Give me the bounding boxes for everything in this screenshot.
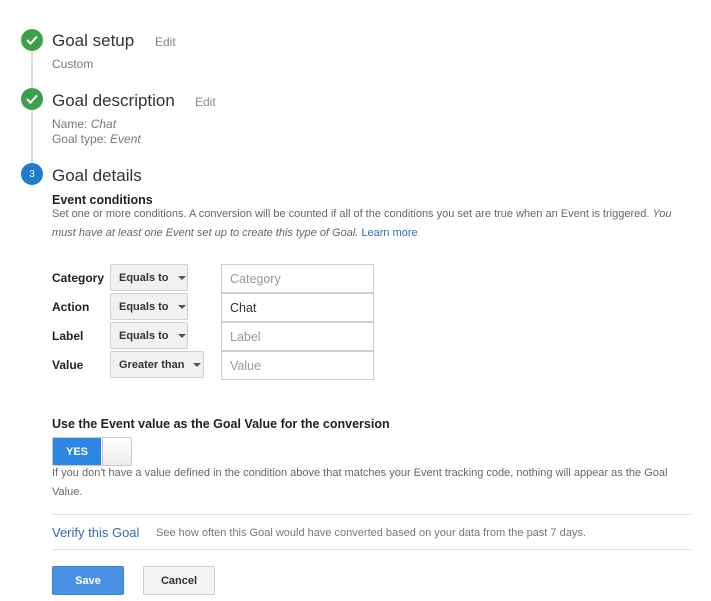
step-3-number-badge: 3 [21, 163, 43, 185]
name-value: Chat [90, 117, 117, 131]
action-value-input[interactable] [221, 293, 374, 322]
verify-goal-description: See how often this Goal would have conve… [156, 527, 586, 539]
step-2-title: Goal description [52, 91, 175, 110]
stepper-connector-2 [31, 110, 33, 163]
step-1-edit-link[interactable]: Edit [155, 35, 176, 49]
divider-top [52, 514, 691, 515]
step-1-complete-check-icon [21, 29, 43, 51]
condition-label-label: Label [52, 329, 84, 343]
value-value-input[interactable] [221, 351, 374, 380]
action-operator-value: Equals to [119, 300, 169, 313]
goal-value-note: If you don't have a value defined in the… [52, 467, 668, 498]
condition-label-value: Value [52, 358, 84, 372]
name-label: Name: [52, 117, 88, 131]
save-button[interactable]: Save [52, 566, 124, 595]
learn-more-link[interactable]: Learn more [361, 227, 417, 239]
label-operator-value: Equals to [119, 329, 169, 342]
cancel-button[interactable]: Cancel [143, 566, 215, 595]
divider-bottom [52, 549, 691, 550]
category-value-input[interactable] [221, 264, 374, 293]
category-operator-select[interactable]: Equals to [110, 264, 188, 291]
goal-value-toggle[interactable]: YES [52, 437, 132, 466]
event-conditions-description: Set one or more conditions. A conversion… [52, 205, 697, 243]
step-1-title: Goal setup [52, 31, 135, 50]
toggle-on-label: YES [53, 438, 101, 465]
chevron-down-icon [177, 304, 186, 309]
condition-label-action: Action [52, 300, 90, 314]
goal-value-heading: Use the Event value as the Goal Value fo… [52, 417, 390, 431]
goal-type-value: Event [110, 132, 141, 146]
value-operator-select[interactable]: Greater than [110, 351, 204, 378]
chevron-down-icon [193, 362, 202, 367]
verify-goal-link[interactable]: Verify this Goal [52, 525, 139, 540]
stepper-connector-1 [31, 51, 33, 89]
step-3-title: Goal details [52, 166, 142, 185]
action-operator-select[interactable]: Equals to [110, 293, 188, 320]
category-operator-value: Equals to [119, 271, 169, 284]
goal-type-label: Goal type: [52, 132, 107, 146]
value-operator-value: Greater than [119, 358, 185, 371]
label-value-input[interactable] [221, 322, 374, 351]
step-2-goal-type: Goal type: Event [52, 132, 141, 146]
step-2-edit-link[interactable]: Edit [195, 95, 216, 109]
step-2-complete-check-icon [21, 88, 43, 110]
condition-label-category: Category [52, 271, 105, 285]
toggle-knob [102, 438, 131, 465]
step-1-summary: Custom [52, 57, 94, 71]
label-operator-select[interactable]: Equals to [110, 322, 188, 349]
event-conditions-desc-main: Set one or more conditions. A conversion… [52, 208, 650, 220]
chevron-down-icon [177, 333, 186, 338]
chevron-down-icon [177, 275, 186, 280]
step-2-name: Name: Chat [52, 117, 116, 131]
